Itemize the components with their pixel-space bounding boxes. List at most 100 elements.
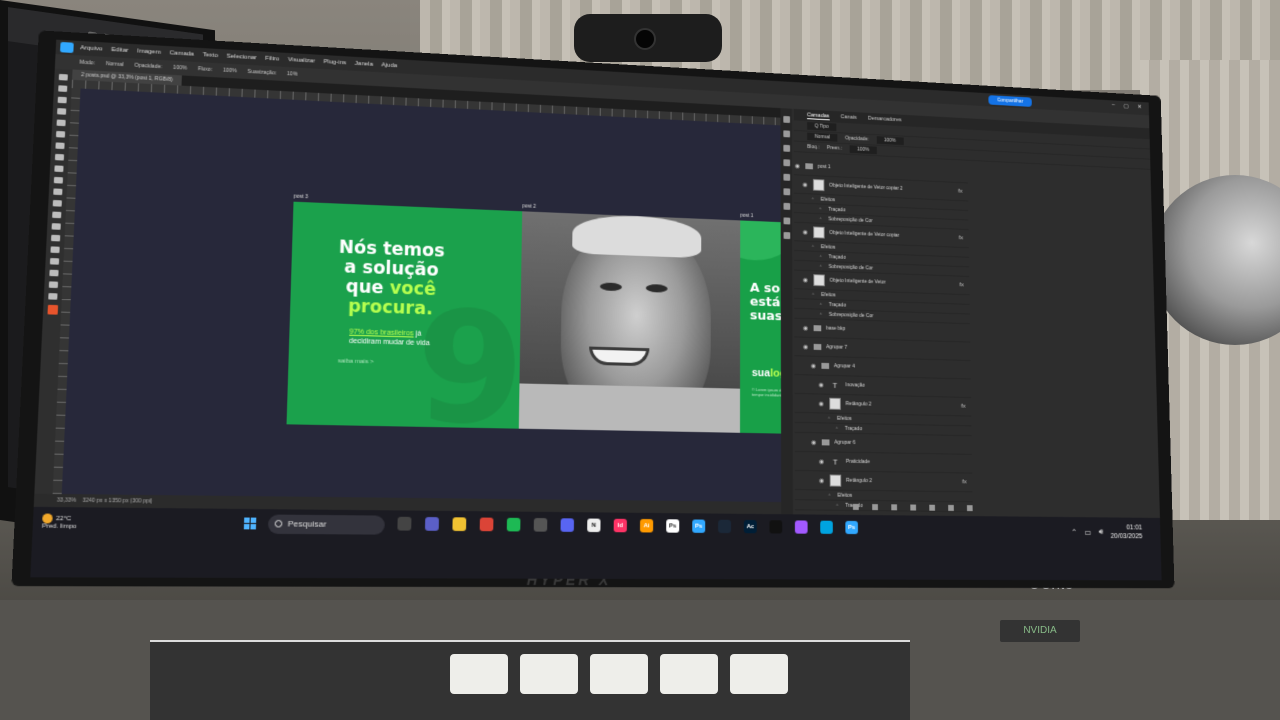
artboard-label-post3[interactable]: post 3: [294, 193, 309, 200]
fx-badge-icon[interactable]: fx: [958, 189, 962, 195]
hand-tool-icon[interactable]: [48, 281, 59, 289]
acrobat-icon[interactable]: Ac: [743, 519, 757, 534]
gradient-tool-icon[interactable]: [52, 199, 62, 207]
new-group-icon[interactable]: [929, 504, 936, 511]
flow-input[interactable]: 100%: [223, 68, 237, 75]
swatches-panel-icon[interactable]: [783, 217, 790, 225]
visibility-eye-icon[interactable]: ◉: [802, 276, 809, 283]
maximize-icon[interactable]: ▢: [1124, 103, 1129, 110]
visibility-eye-icon[interactable]: ◦: [817, 206, 824, 212]
visibility-eye-icon[interactable]: ◉: [818, 477, 825, 484]
visibility-eye-icon[interactable]: ◉: [802, 343, 809, 350]
menu-ajuda[interactable]: Ajuda: [381, 62, 397, 69]
chrome-icon[interactable]: [479, 517, 494, 532]
canvas-area[interactable]: post 3 post 2 post 1 97 Nós temos a solu…: [61, 88, 952, 503]
properties-panel-icon[interactable]: [782, 130, 790, 138]
spotify-icon[interactable]: [506, 517, 521, 532]
photoshop-icon[interactable]: Ps: [692, 519, 706, 533]
artboard-label-post1[interactable]: post 1: [740, 213, 753, 219]
fx-badge-icon[interactable]: fx: [959, 282, 963, 288]
visibility-eye-icon[interactable]: ◦: [809, 196, 816, 202]
windows-start-icon[interactable]: [243, 517, 258, 531]
chevron-up-icon[interactable]: ⌃: [1071, 527, 1077, 536]
mask-icon[interactable]: [891, 504, 898, 511]
actions-panel-icon[interactable]: [783, 231, 790, 240]
menu-visualizar[interactable]: Visualizar: [288, 57, 315, 65]
marquee-tool-icon[interactable]: [58, 85, 68, 92]
visibility-eye-icon[interactable]: ◦: [826, 492, 833, 498]
photoshop-logo-icon[interactable]: [60, 41, 74, 53]
visibility-eye-icon[interactable]: ◦: [833, 425, 840, 431]
fx-badge-icon[interactable]: fx: [962, 479, 966, 485]
foreground-color-swatch[interactable]: [46, 304, 58, 315]
cloud-icon[interactable]: [533, 518, 548, 532]
zoom-tool-icon[interactable]: [48, 293, 58, 300]
visibility-eye-icon[interactable]: ◦: [810, 291, 817, 297]
eyedropper-tool-icon[interactable]: [55, 130, 66, 138]
visibility-eye-icon[interactable]: ◉: [802, 324, 809, 331]
figma-icon[interactable]: [794, 520, 808, 534]
visibility-eye-icon[interactable]: ◦: [817, 253, 824, 259]
menu-imagem[interactable]: Imagem: [137, 48, 161, 55]
path-select-tool-icon[interactable]: [49, 258, 60, 265]
blur-tool-icon[interactable]: [52, 211, 62, 219]
link-layers-icon[interactable]: [852, 503, 859, 510]
visibility-eye-icon[interactable]: ◦: [817, 215, 824, 222]
new-layer-icon[interactable]: [948, 504, 954, 511]
teams-icon[interactable]: [424, 517, 439, 531]
tab-camadas[interactable]: Camadas: [807, 111, 830, 120]
visibility-eye-icon[interactable]: ◉: [810, 439, 817, 446]
opacity-input[interactable]: 100%: [876, 136, 904, 146]
history-panel-icon[interactable]: [782, 115, 790, 123]
visibility-eye-icon[interactable]: ◦: [809, 243, 816, 249]
visibility-eye-icon[interactable]: ◉: [818, 400, 825, 407]
adjustment-layer-icon[interactable]: [910, 504, 917, 511]
visibility-eye-icon[interactable]: ◉: [818, 381, 825, 388]
weather-widget[interactable]: 22°C Pred. limpo: [42, 513, 77, 532]
fx-badge-icon[interactable]: fx: [961, 404, 965, 410]
smoothing-input[interactable]: 10%: [287, 71, 298, 78]
visibility-eye-icon[interactable]: ◉: [794, 162, 801, 169]
explorer-icon[interactable]: [452, 517, 467, 532]
menu-arquivo[interactable]: Arquivo: [80, 45, 103, 52]
steam-icon[interactable]: [718, 519, 732, 534]
fx-badge-icon[interactable]: fx: [959, 235, 963, 241]
visibility-eye-icon[interactable]: ◦: [817, 311, 824, 317]
eraser-tool-icon[interactable]: [53, 188, 63, 196]
type-tool-icon[interactable]: [50, 246, 60, 254]
dodge-tool-icon[interactable]: [51, 223, 61, 230]
layer-row[interactable]: ◉ T Praticidade: [794, 451, 973, 474]
mode-select[interactable]: Normal: [106, 61, 124, 68]
menu-selecionar[interactable]: Selecionar: [226, 54, 256, 62]
notes-icon[interactable]: [820, 520, 833, 534]
move-tool-icon[interactable]: [58, 73, 68, 81]
menu-texto[interactable]: Texto: [202, 52, 218, 59]
fill-input[interactable]: 100%: [849, 145, 877, 155]
libraries-panel-icon[interactable]: [782, 188, 790, 196]
display-icon[interactable]: ▭: [1084, 527, 1091, 536]
magic-wand-tool-icon[interactable]: [57, 108, 67, 115]
brush-tool-icon[interactable]: [54, 153, 65, 161]
menu-editar[interactable]: Editar: [111, 47, 128, 54]
notion-icon[interactable]: N: [587, 518, 601, 533]
history-brush-icon[interactable]: [53, 176, 64, 184]
color-panel-icon[interactable]: [783, 202, 790, 210]
trash-icon[interactable]: [966, 505, 973, 512]
paragraph-panel-icon[interactable]: [782, 173, 790, 181]
healing-tool-icon[interactable]: [55, 142, 65, 150]
menu-janela[interactable]: Janela: [355, 61, 374, 68]
photoshop2-icon[interactable]: Ps: [845, 520, 858, 535]
opacity-input[interactable]: 100%: [173, 65, 187, 72]
visibility-eye-icon[interactable]: ◉: [818, 458, 825, 465]
artboard-post3[interactable]: 97 Nós temos a solução que você procura.…: [286, 201, 523, 429]
tab-demarcadores[interactable]: Demarcadores: [868, 116, 902, 124]
fx-icon[interactable]: [872, 504, 878, 511]
menu-plugins[interactable]: Plug-ins: [323, 59, 346, 66]
adjustments-panel-icon[interactable]: [782, 144, 790, 152]
layer-kind-filter[interactable]: Q Tipo: [807, 121, 837, 132]
character-panel-icon[interactable]: [782, 159, 790, 167]
menu-camada[interactable]: Camada: [169, 50, 194, 57]
artboard-label-post2[interactable]: post 2: [522, 203, 536, 210]
visibility-eye-icon[interactable]: ◉: [802, 181, 809, 188]
lasso-tool-icon[interactable]: [57, 96, 67, 104]
